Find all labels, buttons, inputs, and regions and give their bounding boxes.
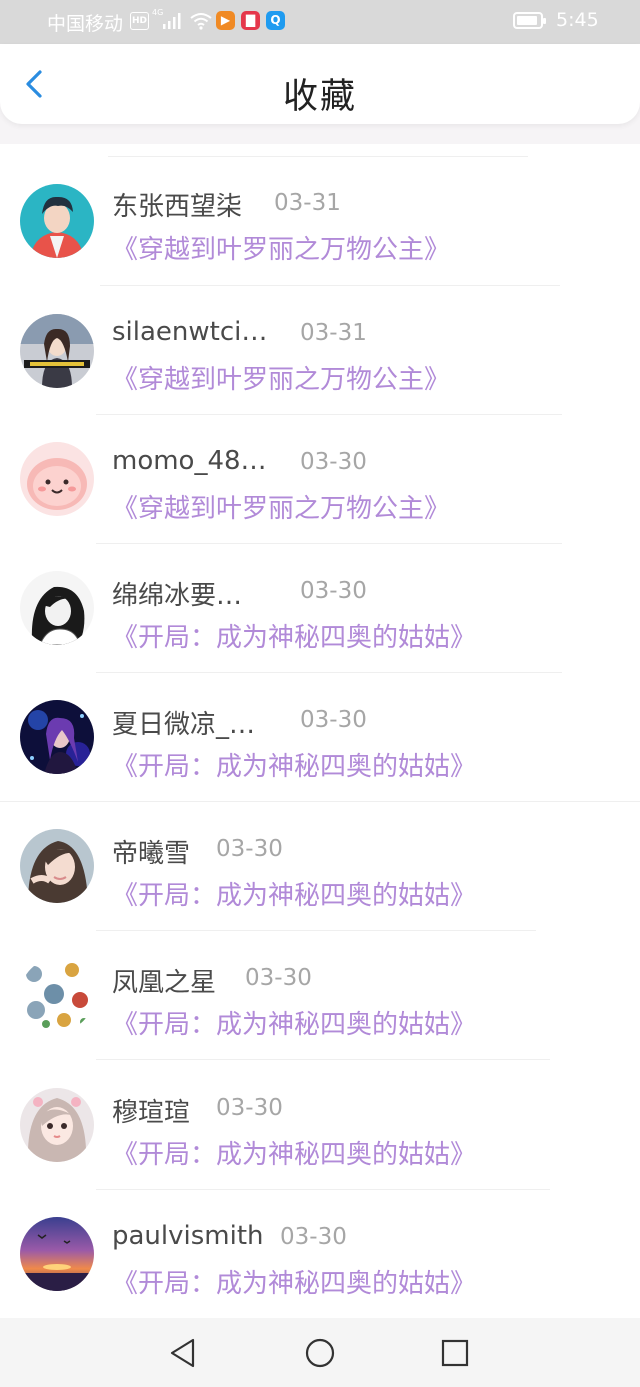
nav-recents-icon[interactable]: [438, 1336, 472, 1370]
book-title-link[interactable]: 《穿越到叶罗丽之万物公主》: [112, 229, 450, 266]
list-item[interactable]: 帝曦雪 03-30 《开局：成为神秘四奥的姑姑》: [0, 801, 640, 930]
divider: [96, 1189, 550, 1190]
divider: [100, 285, 560, 286]
favorite-date: 03-30: [300, 578, 367, 604]
list-item[interactable]: 东张西望柒 03-31 《穿越到叶罗丽之万物公主》: [0, 156, 640, 285]
avatar[interactable]: [20, 184, 94, 258]
user-name: silaenwtci…: [112, 317, 268, 347]
carrier-label: 中国移动: [47, 13, 124, 35]
video-app-icon: ▶: [216, 11, 235, 30]
page-title: 收藏: [282, 77, 357, 117]
list-item[interactable]: 凤凰之星 03-30 《开局：成为神秘四奥的姑姑》: [0, 930, 640, 1059]
user-name: 凤凰之星: [112, 968, 217, 998]
book-title-link[interactable]: 《开局：成为神秘四奥的姑姑》: [112, 1263, 476, 1300]
avatar-image: [20, 829, 94, 903]
search-app-icon: Q: [266, 11, 285, 30]
battery-icon: [513, 12, 546, 29]
divider: [96, 930, 536, 931]
user-name: 帝曦雪: [112, 839, 191, 869]
favorite-date: 03-30: [300, 707, 367, 733]
list-item[interactable]: 绵绵冰要… 03-30 《开局：成为神秘四奥的姑姑》: [0, 543, 640, 672]
avatar[interactable]: [20, 829, 94, 903]
list-item[interactable]: momo_48… 03-30 《穿越到叶罗丽之万物公主》: [0, 414, 640, 543]
avatar-image: [20, 571, 94, 645]
favorite-date: 03-30: [216, 1095, 283, 1121]
reader-app-icon: ▇: [241, 11, 260, 30]
avatar-image: [20, 1217, 94, 1291]
list-item[interactable]: paulvismith 03-30 《开局：成为神秘四奥的姑姑》: [0, 1189, 640, 1318]
favorite-date: 03-30: [245, 965, 312, 991]
list-item[interactable]: silaenwtci… 03-31 《穿越到叶罗丽之万物公主》: [0, 285, 640, 414]
book-title-link[interactable]: 《开局：成为神秘四奥的姑姑》: [112, 875, 476, 912]
avatar-image: [20, 184, 94, 258]
avatar[interactable]: [20, 314, 94, 388]
hd-icon: HD: [130, 12, 149, 30]
nav-home-icon[interactable]: [303, 1336, 337, 1370]
user-name: 夏日微凉_…: [112, 710, 256, 740]
favorite-date: 03-30: [300, 449, 367, 475]
avatar-image: [20, 314, 94, 388]
avatar[interactable]: [20, 571, 94, 645]
favorite-date: 03-31: [300, 320, 367, 346]
divider: [96, 543, 562, 544]
wifi-icon: [190, 13, 212, 30]
book-title-link[interactable]: 《开局：成为神秘四奥的姑姑》: [112, 617, 476, 654]
divider: [96, 1059, 550, 1060]
user-name: 东张西望柒: [112, 192, 243, 222]
avatar-image: [20, 700, 94, 774]
avatar[interactable]: [20, 442, 94, 516]
divider: [108, 156, 528, 157]
divider: [96, 672, 562, 673]
avatar[interactable]: [20, 700, 94, 774]
book-title-link[interactable]: 《开局：成为神秘四奥的姑姑》: [112, 1004, 476, 1041]
status-bar: 中国移动 HD 4G ▶ ▇ Q 5:45: [0, 0, 640, 44]
user-name: paulvismith: [112, 1221, 264, 1251]
favorite-date: 03-30: [280, 1224, 347, 1250]
favorite-date: 03-31: [274, 190, 341, 216]
avatar-image: [20, 442, 94, 516]
avatar[interactable]: [20, 1088, 94, 1162]
divider: [96, 414, 562, 415]
book-title-link[interactable]: 《开局：成为神秘四奥的姑姑》: [112, 1134, 476, 1171]
avatar-image: [20, 1088, 94, 1162]
divider: [0, 801, 640, 802]
signal-icon: [163, 13, 181, 29]
book-title-link[interactable]: 《开局：成为神秘四奥的姑姑》: [112, 746, 476, 783]
avatar[interactable]: [20, 1217, 94, 1291]
list-item[interactable]: 夏日微凉_… 03-30 《开局：成为神秘四奥的姑姑》: [0, 672, 640, 801]
avatar[interactable]: [20, 958, 94, 1032]
favorite-date: 03-30: [216, 836, 283, 862]
user-name: momo_48…: [112, 446, 267, 476]
system-nav-bar: [0, 1318, 640, 1387]
user-name: 绵绵冰要…: [112, 581, 243, 611]
app-header: 收藏: [0, 44, 640, 124]
user-name: 穆瑄瑄: [112, 1098, 191, 1128]
avatar-image: [20, 958, 94, 1032]
list-item[interactable]: 穆瑄瑄 03-30 《开局：成为神秘四奥的姑姑》: [0, 1059, 640, 1188]
book-title-link[interactable]: 《穿越到叶罗丽之万物公主》: [112, 488, 450, 525]
clock: 5:45: [556, 9, 599, 31]
nav-back-icon[interactable]: [166, 1336, 200, 1370]
book-title-link[interactable]: 《穿越到叶罗丽之万物公主》: [112, 359, 450, 396]
